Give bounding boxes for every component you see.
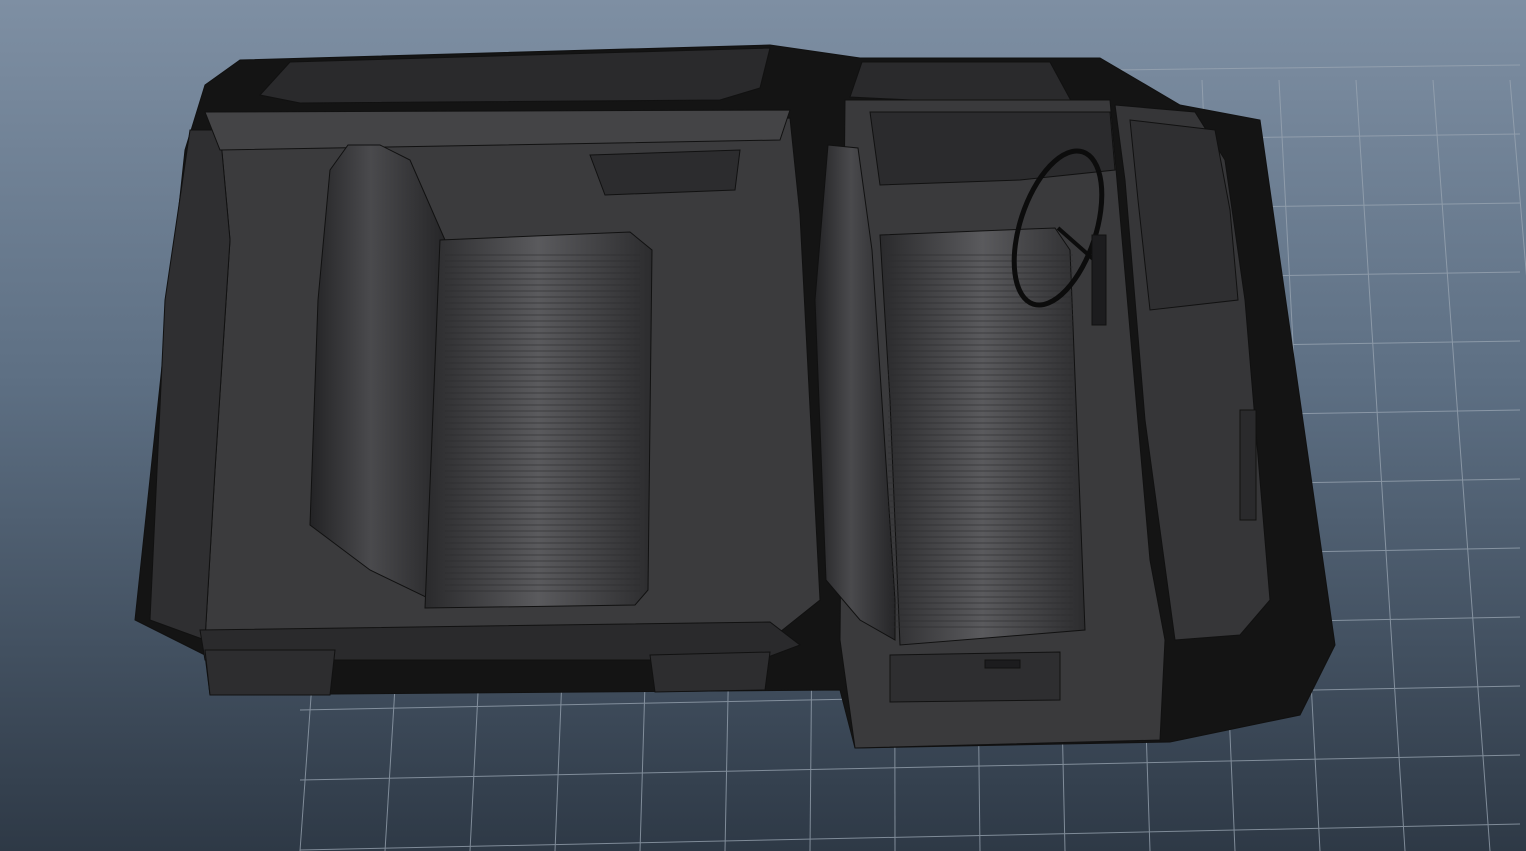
grid-line xyxy=(1355,79,1406,851)
gear-lever xyxy=(1091,234,1107,326)
front-step xyxy=(889,651,1061,703)
grid-line xyxy=(299,823,1521,851)
vent-grille xyxy=(1239,409,1257,521)
rear-step xyxy=(204,649,336,696)
front-seat-stitching xyxy=(888,250,1073,630)
grid-line xyxy=(1432,79,1491,851)
grid-line xyxy=(299,754,1521,781)
viewport-scene[interactable] xyxy=(0,0,1526,851)
top-rail-rear xyxy=(259,47,771,104)
3d-viewport[interactable] xyxy=(0,0,1526,851)
door-handle xyxy=(984,659,1021,669)
rear-armrest xyxy=(589,149,741,196)
rear-step-2 xyxy=(649,651,771,693)
rear-seat-stitching xyxy=(445,250,640,595)
rear-bench-seat-back xyxy=(309,144,446,601)
grid-line xyxy=(1509,79,1526,276)
car-interior-model[interactable] xyxy=(134,44,1336,749)
